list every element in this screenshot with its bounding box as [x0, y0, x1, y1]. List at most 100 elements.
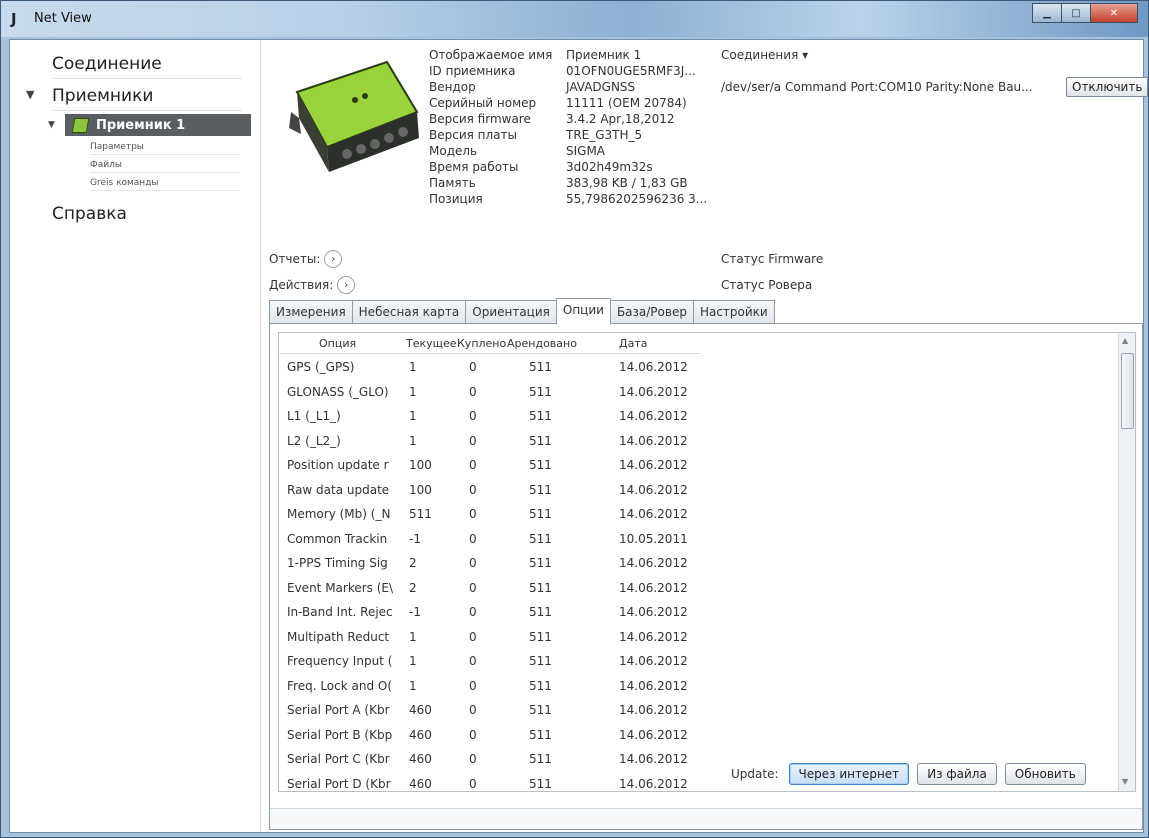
tab-options[interactable]: Опции	[555, 298, 611, 325]
date-cell: 14.06.2012	[619, 629, 688, 644]
update-internet-button[interactable]: Через интернет	[788, 763, 910, 785]
bought-cell: 0	[469, 629, 477, 644]
table-row[interactable]: In-Band Int. Rejec -1 0 511 14.06.2012	[279, 600, 701, 624]
date-cell: 14.06.2012	[619, 507, 688, 521]
option-cell: Event Markers (E\	[287, 580, 394, 595]
table-row[interactable]: Serial Port B (Kbp 460 0 511 14.06.2012	[279, 723, 701, 747]
date-cell: 14.06.2012	[619, 384, 688, 399]
actions-label: Действия:	[269, 278, 334, 292]
tab-base-rover[interactable]: База/Ровер	[609, 300, 694, 325]
sidebar-item-connection[interactable]: Соединение	[52, 54, 242, 79]
column-header-bought[interactable]: Куплено	[457, 337, 506, 350]
table-row[interactable]: Frequency Input (1 0 511 14.06.2012	[279, 649, 701, 673]
rented-cell: 511	[529, 605, 552, 619]
column-header-rented[interactable]: Арендовано	[507, 337, 577, 350]
current-cell: 1	[409, 409, 417, 423]
status-firmware: Статус Firmware	[721, 252, 824, 266]
info-value-serial: 11111 (OEM 20784)	[566, 96, 687, 110]
info-value-board: TRE_G3TH_5	[566, 128, 643, 142]
collapse-arrow-icon[interactable]: ▼	[48, 120, 55, 130]
update-label: Update:	[731, 767, 779, 781]
tab-orientation[interactable]: Ориентация	[465, 300, 557, 325]
scroll-down-icon[interactable]: ▼	[1122, 777, 1128, 786]
bought-cell: 0	[469, 482, 477, 497]
date-cell: 14.06.2012	[619, 605, 688, 619]
option-cell: Common Trackin	[287, 531, 388, 546]
maximize-button[interactable]: □	[1061, 3, 1091, 23]
table-row[interactable]: Multipath Reduct 1 0 511 14.06.2012	[279, 625, 701, 649]
table-row[interactable]: GLONASS (_GLO) 1 0 511 14.06.2012	[279, 380, 701, 404]
rented-cell: 511	[529, 580, 552, 595]
rented-cell: 511	[529, 409, 552, 423]
info-value-firmware: 3.4.2 Apr,18,2012	[566, 112, 675, 126]
sidebar-item-greis-commands[interactable]: Greis команды	[90, 176, 240, 191]
receiver-icon	[71, 117, 90, 133]
minimize-button[interactable]: ▁	[1032, 3, 1062, 23]
scroll-up-icon[interactable]: ▲	[1122, 336, 1128, 345]
disconnect-button[interactable]: Отключить	[1066, 77, 1149, 97]
rented-cell: 511	[529, 752, 552, 766]
sidebar-item-parameters[interactable]: Параметры	[90, 140, 240, 155]
client-area: Соединение ▼ Приемники ▼ Приемник 1 Пара…	[9, 39, 1149, 833]
column-header-current[interactable]: Текущее	[406, 337, 457, 350]
close-button[interactable]: ✕	[1090, 3, 1138, 23]
table-row[interactable]: L1 (_L1_) 1 0 511 14.06.2012	[279, 404, 701, 428]
table-row[interactable]: GPS (_GPS) 1 0 511 14.06.2012	[279, 355, 701, 379]
option-cell: Serial Port B (Kbp	[287, 727, 393, 742]
connections-dropdown[interactable]: Соединения ▾	[721, 48, 808, 62]
bought-cell: 0	[469, 556, 477, 570]
info-value-vendor: JAVADGNSS	[566, 80, 636, 94]
table-row[interactable]: 1-PPS Timing Sig 2 0 511 14.06.2012	[279, 551, 701, 575]
tab-sky-map[interactable]: Небесная карта	[351, 300, 467, 325]
info-label-serial: Серийный номер	[429, 96, 537, 110]
current-cell: -1	[409, 531, 421, 546]
table-row[interactable]: Position update r 100 0 511 14.06.2012	[279, 453, 701, 477]
scrollbar-thumb[interactable]	[1121, 353, 1134, 429]
current-cell: 1	[409, 629, 417, 644]
sidebar-item-receiver-1[interactable]: Приемник 1	[65, 114, 251, 136]
table-row[interactable]: Freq. Lock and O(1 0 511 14.06.2012	[279, 674, 701, 698]
window-controls: ▁ □ ✕	[1032, 3, 1138, 23]
rented-cell: 511	[529, 703, 552, 717]
collapse-arrow-icon[interactable]: ▼	[26, 88, 34, 101]
table-row[interactable]: L2 (_L2_) 1 0 511 14.06.2012	[279, 429, 701, 453]
info-value-receiver-id: 01OFN0UGE5RMF3J...	[566, 64, 696, 78]
options-table[interactable]: Опция Текущее Куплено Арендовано Дата GP…	[278, 332, 1136, 792]
vertical-scrollbar[interactable]: ▲ ▼	[1118, 333, 1135, 791]
sidebar-item-receivers[interactable]: Приемники	[52, 86, 242, 111]
tab-measurements[interactable]: Измерения	[269, 300, 353, 325]
current-cell: 1	[409, 384, 417, 399]
actions-expand-icon[interactable]: ›	[337, 276, 356, 294]
receiver-label: Приемник 1	[96, 117, 186, 133]
bought-cell: 0	[469, 605, 477, 619]
rented-cell: 511	[529, 654, 552, 668]
update-file-button[interactable]: Из файла	[917, 763, 997, 785]
column-header-date[interactable]: Дата	[619, 337, 647, 350]
bought-cell: 0	[469, 433, 477, 448]
connection-entry[interactable]: /dev/ser/a Command Port:COM10 Parity:Non…	[721, 80, 1033, 94]
refresh-button[interactable]: Обновить	[1004, 763, 1086, 785]
column-header-option[interactable]: Опция	[319, 337, 356, 350]
tab-settings[interactable]: Настройки	[692, 300, 775, 325]
date-cell: 10.05.2011	[619, 531, 688, 546]
reports-expand-icon[interactable]: ›	[324, 250, 343, 268]
table-row[interactable]: Serial Port C (Kbr 460 0 511 14.06.2012	[279, 747, 701, 771]
table-row[interactable]: Common Trackin -1 0 511 10.05.2011	[279, 527, 701, 551]
info-label-model: Модель	[429, 144, 478, 158]
sidebar-item-help[interactable]: Справка	[52, 204, 242, 228]
table-row[interactable]: Memory (Mb) (_N 511 0 511 14.06.2012	[279, 502, 701, 526]
current-cell: 1	[409, 360, 417, 374]
table-row[interactable]: Serial Port D (Kbr 460 0 511 14.06.2012	[279, 772, 701, 792]
rented-cell: 511	[529, 678, 552, 693]
table-row[interactable]: Serial Port A (Kbr 460 0 511 14.06.2012	[279, 698, 701, 722]
bought-cell: 0	[469, 360, 477, 374]
date-cell: 14.06.2012	[619, 482, 688, 497]
current-cell: 2	[409, 556, 417, 570]
info-value-position: 55,7986202596236 3...	[566, 192, 708, 206]
table-row[interactable]: Event Markers (E\ 2 0 511 14.06.2012	[279, 576, 701, 600]
table-row[interactable]: Raw data update 100 0 511 14.06.2012	[279, 478, 701, 502]
actions-row: Действия: ›	[269, 276, 356, 294]
window-title: Net View	[34, 11, 92, 26]
sidebar-item-files[interactable]: Файлы	[90, 158, 240, 173]
bought-cell: 0	[469, 580, 477, 595]
